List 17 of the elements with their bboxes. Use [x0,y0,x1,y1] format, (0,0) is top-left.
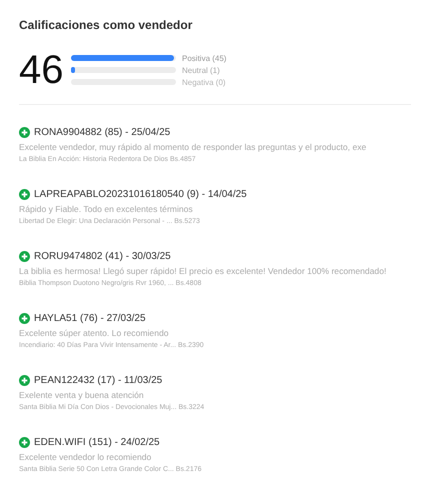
rating-header: RORU9474802 (41) - 30/03/25 [34,251,171,262]
rating-comment: Exelente venta y buena atención [19,390,145,400]
rating-comment: Excelente vendedor, muy rápido al momento de responder las preguntas y el producto, exe [19,142,368,152]
rating-total: 46 [19,50,64,90]
rating-comment: La biblia es hermosa! Llegó super rápido! El precio es excelente! Vendedor 100% recomendado! [19,266,388,276]
rating-header: PEAN122432 (17) - 11/03/25 [34,375,162,386]
rating-label: Neutral (1) [182,66,220,74]
rating-header: LAPREAPABLO20231016180540 (9) - 14/04/25 [34,189,247,200]
section-title: Calificaciones como vendedor [19,18,194,32]
rating-comment: Rápido y Fiable. Todo en excelentes términos [19,204,194,214]
rating-header: RONA9904882 (85) - 25/04/25 [34,127,170,138]
rating-label: Negativa (0) [182,78,226,86]
rating-comment: Excelente vendedor lo recomiendo [19,452,152,462]
rating-comment: Excelente súper atento. Lo recomiendo [19,328,170,338]
rating-header: EDEN.WIFI (151) - 24/02/25 [34,437,160,448]
rating-header: HAYLA51 (76) - 27/03/25 [34,313,146,324]
rating-label: Positiva (45) [182,54,226,62]
